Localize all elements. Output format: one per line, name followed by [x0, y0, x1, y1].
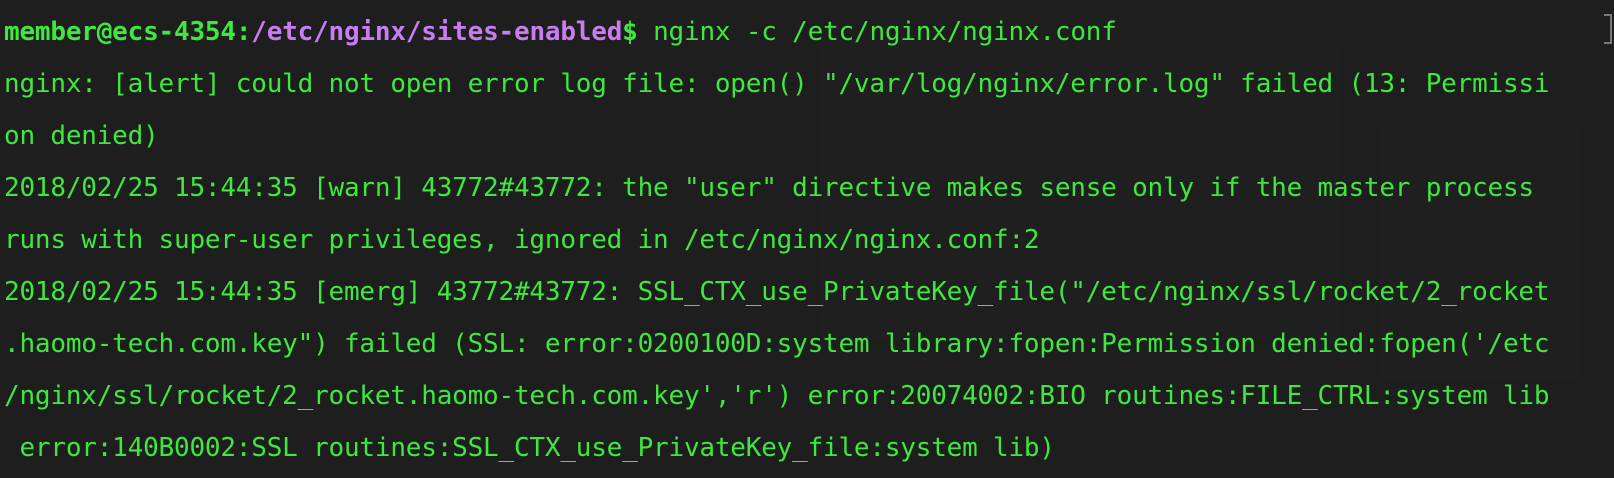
prompt-user-host: member@ecs-4354	[4, 17, 236, 47]
prompt-line: member@ecs-4354:/etc/nginx/sites-enabled…	[4, 6, 1604, 58]
prompt-dollar: $	[622, 17, 638, 47]
scroll-indicator[interactable]	[1604, 14, 1612, 44]
output-line: on denied)	[4, 121, 159, 151]
output-line: 2018/02/25 15:44:35 [emerg] 43772#43772:…	[4, 277, 1550, 307]
output-line: 2018/02/25 15:44:35 [warn] 43772#43772: …	[4, 173, 1534, 203]
output-line: runs with super-user privileges, ignored…	[4, 225, 1040, 255]
command-text: nginx -c /etc/nginx/nginx.conf	[637, 17, 1117, 47]
output-line: /nginx/ssl/rocket/2_rocket.haomo-tech.co…	[4, 381, 1550, 411]
terminal-output: member@ecs-4354:/etc/nginx/sites-enabled…	[4, 6, 1604, 474]
prompt-colon: :	[235, 17, 252, 47]
terminal-window[interactable]: member@ecs-4354:/etc/nginx/sites-enabled…	[0, 0, 1614, 478]
prompt-path: /etc/nginx/sites-enabled	[251, 17, 623, 47]
output-line: .haomo-tech.com.key") failed (SSL: error…	[4, 329, 1550, 359]
output-line: nginx: [alert] could not open error log …	[4, 69, 1550, 99]
output-line: error:140B0002:SSL routines:SSL_CTX_use_…	[4, 433, 1055, 463]
